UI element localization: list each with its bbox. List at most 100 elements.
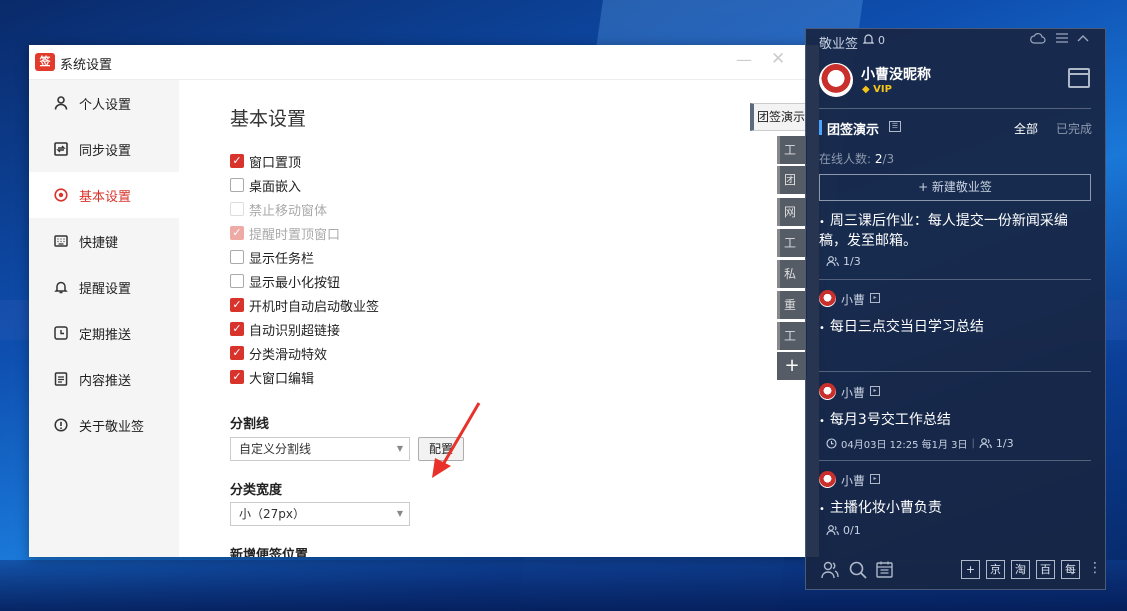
- checkbox[interactable]: ✓: [230, 154, 244, 168]
- tab-work-2[interactable]: 工作: [777, 229, 807, 257]
- option-large-editor[interactable]: ✓ 大窗口编辑: [230, 367, 314, 387]
- note-assignees: 0/1: [826, 524, 861, 537]
- vip-label: VIP: [873, 84, 892, 95]
- checkbox[interactable]: ✓: [230, 322, 244, 336]
- online-total: /3: [882, 152, 895, 166]
- divider: [819, 460, 1091, 461]
- notification-count: 0: [878, 34, 885, 47]
- assignee-count: 1/3: [995, 437, 1014, 450]
- tab-important[interactable]: 重要: [777, 291, 807, 319]
- close-button[interactable]: ✕: [771, 49, 785, 69]
- group-menu-icon[interactable]: ☰: [889, 121, 901, 132]
- group-title: 团签演示: [827, 123, 880, 138]
- minimize-button[interactable]: —: [736, 50, 752, 69]
- option-show-taskbar[interactable]: 显示任务栏: [230, 247, 314, 267]
- note-author: 小曹: [841, 386, 866, 400]
- option-detect-links[interactable]: ✓ 自动识别超链接: [230, 319, 340, 339]
- add-shortcut-button[interactable]: +: [961, 560, 980, 579]
- shortcut-jd[interactable]: 京: [986, 560, 1005, 579]
- sidebar-item-about[interactable]: 关于敬业签: [29, 402, 179, 448]
- vip-badge: ◆ VIP: [862, 84, 892, 95]
- checkbox[interactable]: ✓: [230, 346, 244, 360]
- sidebar-item-label: 个人设置: [79, 97, 132, 113]
- avatar[interactable]: [819, 63, 853, 97]
- checkbox[interactable]: [230, 274, 244, 288]
- option-label: 自动识别超链接: [249, 323, 341, 339]
- list-item[interactable]: • 主播化妆小曹负责: [819, 499, 1091, 519]
- sidebar-item-label: 内容推送: [79, 373, 132, 389]
- sync-icon: [53, 141, 69, 157]
- note-flag-icon: ▸: [870, 293, 880, 303]
- option-label: 开机时自动启动敬业签: [249, 299, 380, 315]
- divider-select[interactable]: 自定义分割线 ▼: [230, 437, 410, 461]
- separator: |: [971, 438, 975, 449]
- bullet-icon: •: [819, 217, 825, 228]
- note-author: 小曹: [841, 474, 866, 488]
- tab-work-3[interactable]: 工作: [777, 322, 807, 350]
- note-flag-icon: ▸: [870, 474, 880, 484]
- more-icon[interactable]: ⋮: [1088, 560, 1102, 576]
- note-schedule: 04月03日 12:25 每1月 3日 | 1/3: [826, 436, 1014, 451]
- shortcut-daily[interactable]: 每: [1061, 560, 1080, 579]
- window-title: 系统设置: [60, 58, 113, 73]
- settings-titlebar[interactable]: 签 系统设置 — ✕: [29, 45, 819, 80]
- checkbox[interactable]: [230, 178, 244, 192]
- option-label: 大窗口编辑: [249, 371, 315, 387]
- checkbox[interactable]: [230, 250, 244, 264]
- option-top-on-reminder: ✓ 提醒时置顶窗口: [230, 223, 340, 243]
- checkbox[interactable]: ✓: [230, 370, 244, 384]
- filter-done[interactable]: 已完成: [1056, 120, 1092, 137]
- list-item[interactable]: • 周三课后作业：每人提交一份新闻采编稿，发至邮箱。: [819, 212, 1091, 251]
- list-calendar-icon[interactable]: [876, 561, 893, 582]
- option-slide-effect[interactable]: ✓ 分类滑动特效: [230, 343, 327, 363]
- tab-group[interactable]: 团签: [777, 166, 807, 194]
- settings-sidebar: 个人设置 同步设置 基本设置 快捷键 提醒设置 定期推送 内容推送 关于敬业签: [29, 80, 179, 557]
- sidebar-item-content-push[interactable]: 内容推送: [29, 356, 179, 402]
- new-note-button[interactable]: + 新建敬业签: [819, 174, 1091, 201]
- sidebar-item-reminders[interactable]: 提醒设置: [29, 264, 179, 310]
- sidebar-item-label: 基本设置: [79, 189, 132, 205]
- sidebar-item-sync[interactable]: 同步设置: [29, 126, 179, 172]
- list-item[interactable]: • 每日三点交当日学习总结: [819, 318, 1091, 338]
- bell-icon: [53, 279, 69, 295]
- note-flag-icon: ▸: [870, 386, 880, 396]
- sidebar-item-label: 提醒设置: [79, 281, 132, 297]
- option-show-minimize[interactable]: 显示最小化按钮: [230, 271, 340, 291]
- team-icon[interactable]: [820, 561, 840, 583]
- bullet-icon: •: [819, 416, 825, 427]
- online-current: 2: [874, 152, 883, 166]
- note-text: 每日三点交当日学习总结: [829, 319, 984, 335]
- sidebar-item-shortcuts[interactable]: 快捷键: [29, 218, 179, 264]
- category-width-select[interactable]: 小（27px） ▼: [230, 502, 410, 526]
- filter-all[interactable]: 全部: [1014, 120, 1038, 137]
- chevron-up-icon[interactable]: [1077, 31, 1089, 46]
- option-autostart[interactable]: ✓ 开机时自动启动敬业签: [230, 295, 379, 315]
- select-value: 自定义分割线: [239, 442, 312, 456]
- option-label: 提醒时置顶窗口: [249, 227, 341, 243]
- add-tab-button[interactable]: +: [777, 352, 807, 380]
- shortcut-taobao[interactable]: 淘: [1011, 560, 1030, 579]
- cloud-icon[interactable]: [1030, 32, 1046, 48]
- tab-work-1[interactable]: 工作: [777, 136, 807, 164]
- checkbox[interactable]: ✓: [230, 298, 244, 312]
- people-icon: [826, 256, 839, 267]
- keyboard-icon: [53, 233, 69, 249]
- shortcut-baidu[interactable]: 百: [1036, 560, 1055, 579]
- sidebar-item-basic[interactable]: 基本设置: [29, 172, 179, 218]
- panel-topbar[interactable]: 敬业签 0: [806, 29, 1105, 53]
- tab-private[interactable]: 私密: [777, 260, 807, 288]
- tab-group-demo[interactable]: 团签演示: [750, 103, 808, 131]
- search-icon[interactable]: [849, 561, 867, 583]
- option-desktop-embed[interactable]: 桌面嵌入: [230, 175, 301, 195]
- sidebar-item-personal[interactable]: 个人设置: [29, 80, 179, 126]
- bell-icon[interactable]: [862, 33, 875, 48]
- tab-network[interactable]: 网络: [777, 198, 807, 226]
- calendar-icon[interactable]: [1068, 68, 1090, 88]
- sidebar-item-scheduled-push[interactable]: 定期推送: [29, 310, 179, 356]
- brand-name: 敬业签: [819, 37, 859, 52]
- option-window-on-top[interactable]: ✓ 窗口置顶: [230, 151, 301, 171]
- list-item[interactable]: • 每月3号交工作总结: [819, 411, 1091, 431]
- menu-icon[interactable]: [1056, 32, 1068, 47]
- chevron-down-icon: ▼: [396, 444, 403, 453]
- divider: [819, 279, 1091, 280]
